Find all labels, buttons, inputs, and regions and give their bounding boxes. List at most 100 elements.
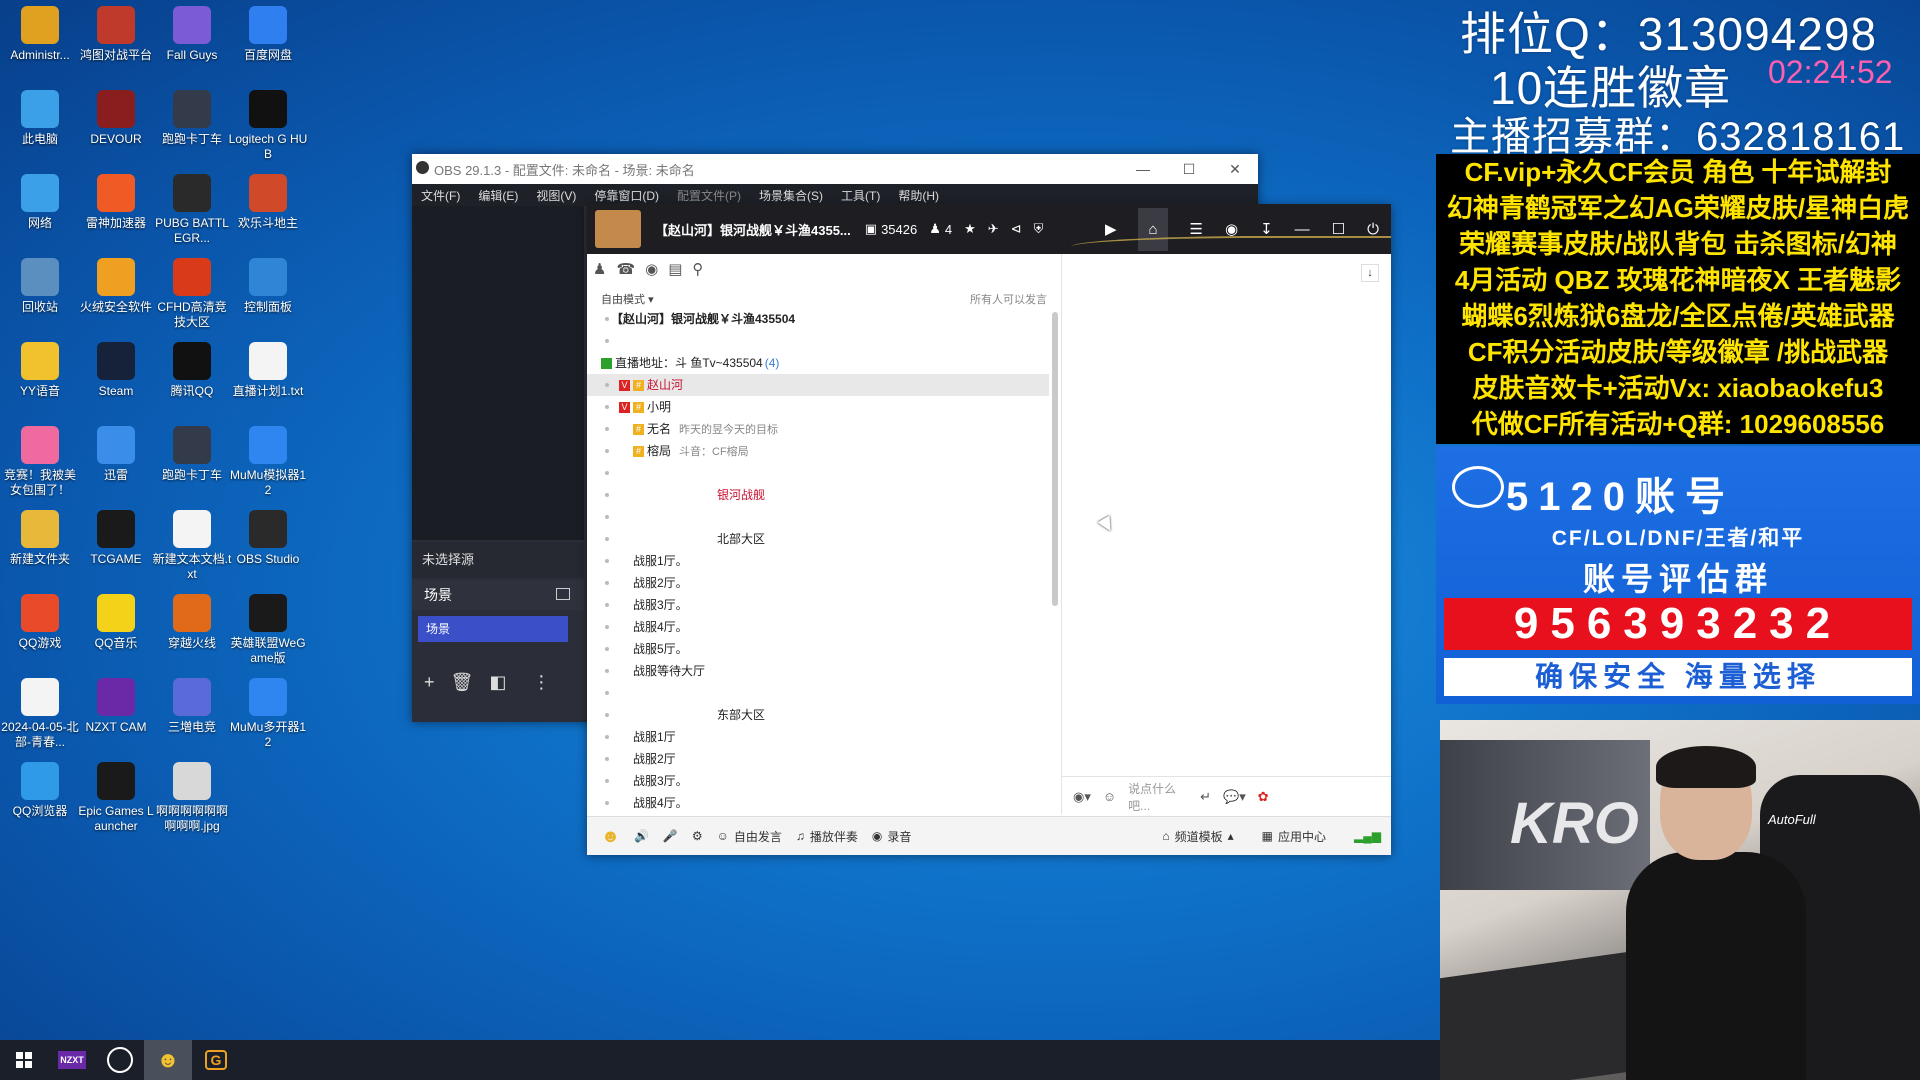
desktop-icon[interactable]: 百度网盘 bbox=[228, 6, 308, 63]
mode-select[interactable]: 自由模式 ▾ bbox=[601, 291, 654, 307]
home-icon[interactable]: ⌂ bbox=[1138, 207, 1168, 251]
filters-icon[interactable]: ◧ bbox=[489, 672, 506, 693]
list-icon[interactable]: ☰ bbox=[1190, 220, 1203, 238]
emoji-search-icon[interactable]: ☺ bbox=[1103, 789, 1116, 804]
channel-tree-row[interactable]: 战服3厅。 bbox=[587, 594, 1049, 616]
desktop-icon[interactable]: 啊啊啊啊啊啊啊啊啊.jpg bbox=[152, 762, 232, 834]
taskbar-obs[interactable] bbox=[96, 1040, 144, 1080]
channel-tree-row[interactable]: # 榕局 斗音：CF榕局 bbox=[587, 440, 1049, 462]
power-icon[interactable]: ⏻ bbox=[1367, 221, 1379, 238]
yy-voice-window[interactable]: 【赵山河】银河战舰￥斗渔4355... ▣ 35426 ♟ 4 ★ ✈ ⊲ ⛨ ▶ … bbox=[587, 204, 1391, 855]
desktop-icon[interactable]: Epic Games Launcher bbox=[76, 762, 156, 834]
app-center-button[interactable]: ▦ 应用中心 bbox=[1262, 828, 1326, 845]
download-icon[interactable]: ↧ bbox=[1260, 220, 1273, 238]
desktop-icon[interactable]: 欢乐斗地主 bbox=[228, 174, 308, 231]
desktop-icon[interactable]: MuMu模拟器12 bbox=[228, 426, 308, 498]
location-icon[interactable]: ◉ bbox=[645, 260, 658, 278]
start-button[interactable] bbox=[0, 1040, 48, 1080]
send-icon[interactable]: ↵ bbox=[1200, 789, 1211, 805]
channel-tree-row[interactable]: 北部大区 bbox=[587, 528, 1049, 550]
channel-tree-row[interactable] bbox=[587, 330, 1049, 352]
channel-tree-row[interactable]: V # 小明 bbox=[587, 396, 1049, 418]
channel-tree-scrollbar[interactable] bbox=[1052, 312, 1058, 606]
video-icon[interactable]: ▶ bbox=[1105, 220, 1117, 238]
desktop-icon[interactable]: 英雄联盟WeGame版 bbox=[228, 594, 308, 666]
channel-tree-row[interactable]: 直播地址：斗 鱼Tv~435504 (4) bbox=[587, 352, 1049, 374]
channel-tree-row[interactable]: 【赵山河】银河战舰￥斗渔435504 bbox=[587, 308, 1049, 330]
channel-tree-row[interactable]: 东部大区 bbox=[587, 704, 1049, 726]
favorite-icon[interactable]: ★ bbox=[964, 221, 976, 237]
desktop-icon[interactable]: 腾讯QQ bbox=[152, 342, 232, 399]
menu-profile[interactable]: 配置文件(P) bbox=[668, 187, 750, 204]
search-icon[interactable]: ⚲ bbox=[692, 260, 703, 278]
desktop-icon[interactable]: 鸿图对战平台 bbox=[76, 6, 156, 63]
channel-tree-row[interactable]: 银河战舰 bbox=[587, 484, 1049, 506]
desktop-icon[interactable]: NZXT CAM bbox=[76, 678, 156, 735]
scene-list-item[interactable]: 场景 bbox=[418, 616, 568, 642]
minimize-icon[interactable]: — bbox=[1295, 221, 1310, 238]
menu-edit[interactable]: 编辑(E) bbox=[469, 187, 527, 204]
desktop-icon[interactable]: Fall Guys bbox=[152, 6, 232, 63]
taskbar-nzxt[interactable]: NZXT bbox=[48, 1040, 96, 1080]
channel-tree-row[interactable] bbox=[587, 506, 1049, 528]
template-button[interactable]: ⌂ 频道模板 ▴ bbox=[1162, 828, 1233, 845]
desktop-icon[interactable]: 穿越火线 bbox=[152, 594, 232, 651]
desktop-icon[interactable]: 跑跑卡丁车 bbox=[152, 426, 232, 483]
channel-tree-row[interactable]: 战服等待大厅 bbox=[587, 660, 1049, 682]
desktop-icon[interactable]: 直播计划1.txt bbox=[228, 342, 308, 399]
record-button[interactable]: ◉ 录音 bbox=[872, 828, 912, 845]
free-speak-button[interactable]: ☺ 自由发言 bbox=[717, 828, 782, 845]
desktop-icon[interactable]: 2024-04-05-北部-青春... bbox=[0, 678, 80, 750]
channel-tree-row[interactable]: 战服5厅。 bbox=[587, 638, 1049, 660]
desktop-icon[interactable]: 此电脑 bbox=[0, 90, 80, 147]
gamepad-icon[interactable]: ◉ bbox=[1225, 220, 1238, 238]
channel-avatar[interactable] bbox=[595, 210, 641, 248]
desktop-icon[interactable]: OBS Studio bbox=[228, 510, 308, 567]
desktop-icon[interactable]: MuMu多开器12 bbox=[228, 678, 308, 750]
channel-tree-row[interactable] bbox=[587, 462, 1049, 484]
desktop-icon[interactable]: 雷神加速器 bbox=[76, 174, 156, 231]
menu-help[interactable]: 帮助(H) bbox=[889, 187, 948, 204]
desktop-icon[interactable]: 火绒安全软件 bbox=[76, 258, 156, 315]
maximize-icon[interactable]: ☐ bbox=[1166, 161, 1212, 178]
desktop-icon[interactable]: Steam bbox=[76, 342, 156, 399]
yy-logo-icon[interactable]: ☻ bbox=[601, 826, 620, 847]
desktop-icon[interactable]: PUBG BATTLEGR... bbox=[152, 174, 232, 246]
channel-tree-row[interactable]: 战服2厅。 bbox=[587, 572, 1049, 594]
voice-icon[interactable]: ☎ bbox=[616, 260, 635, 278]
delete-scene-icon[interactable]: 🗑 bbox=[451, 672, 474, 693]
chat-bubble-icon[interactable]: 💬▾ bbox=[1223, 789, 1246, 805]
desktop-icon[interactable]: 控制面板 bbox=[228, 258, 308, 315]
desktop-icon[interactable]: 竞赛！我被美女包围了！ bbox=[0, 426, 80, 498]
desktop-icon[interactable]: QQ音乐 bbox=[76, 594, 156, 651]
channel-tree-row[interactable]: 战服2厅 bbox=[587, 748, 1049, 770]
menu-tools[interactable]: 工具(T) bbox=[832, 187, 889, 204]
desktop-icon[interactable]: CFHD高清竞技大区 bbox=[152, 258, 232, 330]
channel-tree-row[interactable]: 战服4厅。 bbox=[587, 616, 1049, 638]
shield-icon[interactable]: ⛨ bbox=[1034, 221, 1044, 237]
share-icon[interactable]: ⊲ bbox=[1011, 221, 1022, 237]
flower-icon[interactable]: ✿ bbox=[1258, 789, 1269, 805]
desktop-icon[interactable]: 新建文件夹 bbox=[0, 510, 80, 567]
desktop-icon[interactable]: QQ游戏 bbox=[0, 594, 80, 651]
add-scene-icon[interactable]: + bbox=[424, 672, 435, 693]
obs-preview[interactable] bbox=[412, 206, 584, 540]
taskbar-app[interactable]: G bbox=[192, 1040, 240, 1080]
desktop-icon[interactable]: DEVOUR bbox=[76, 90, 156, 147]
desktop-icon[interactable]: 迅雷 bbox=[76, 426, 156, 483]
channel-tree-row[interactable]: # 无名 昨天的昱今天的目标 bbox=[587, 418, 1049, 440]
desktop-icon[interactable]: Administr... bbox=[0, 6, 80, 63]
chat-input[interactable]: 说点什么吧... bbox=[1128, 780, 1188, 814]
undock-icon[interactable] bbox=[556, 588, 570, 600]
scroll-down-icon[interactable]: ↓ bbox=[1361, 264, 1379, 282]
desktop-icon[interactable]: QQ浏览器 bbox=[0, 762, 80, 819]
menu-scene-collection[interactable]: 场景集合(S) bbox=[750, 187, 832, 204]
panel-divider[interactable] bbox=[1061, 254, 1062, 814]
channel-tree-row[interactable]: 战服1厅。 bbox=[587, 550, 1049, 572]
desktop-icon[interactable]: Logitech G HUB bbox=[228, 90, 308, 162]
more-options-icon[interactable]: ⋮ bbox=[532, 672, 550, 693]
accompany-button[interactable]: ♫ 播放伴奏 bbox=[796, 828, 858, 845]
game-icon[interactable]: ◉▾ bbox=[1073, 789, 1091, 805]
minimize-icon[interactable]: — bbox=[1120, 161, 1166, 177]
menu-file[interactable]: 文件(F) bbox=[412, 187, 469, 204]
